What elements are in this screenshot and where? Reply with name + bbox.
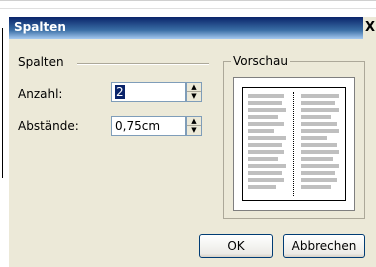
preview-text-line	[248, 157, 278, 161]
columns-dialog: Spalten X Spalten Anzahl: 2 ▲ ▼ Abstände…	[8, 16, 376, 267]
spin-up-icon[interactable]: ▲	[187, 117, 201, 126]
preview-label: Vorschau	[231, 54, 290, 68]
preview-text-line	[248, 101, 282, 105]
background-line	[2, 28, 3, 178]
preview-text-line	[301, 101, 335, 105]
preview-text-line	[301, 164, 339, 168]
preview-text-line	[301, 143, 337, 147]
title-bar[interactable]: Spalten X	[9, 17, 376, 39]
column-divider	[293, 92, 294, 196]
preview-page	[242, 87, 346, 201]
preview-text-line	[248, 164, 286, 168]
columns-group-label: Spalten	[18, 55, 64, 69]
spin-down-icon[interactable]: ▼	[187, 92, 201, 101]
preview-text-line	[248, 115, 278, 119]
preview-text-line	[248, 94, 284, 98]
ok-button[interactable]: OK	[199, 234, 273, 258]
close-button[interactable]: X	[363, 17, 376, 39]
preview-text-line	[301, 171, 335, 175]
cancel-button[interactable]: Abbrechen	[283, 234, 365, 258]
preview-text-line	[301, 150, 339, 154]
preview-text-line	[248, 129, 274, 133]
preview-text-line	[301, 178, 337, 182]
preview-text-line	[301, 122, 337, 126]
close-icon: X	[364, 20, 376, 35]
spacing-input[interactable]: 0,75cm	[111, 116, 186, 136]
preview-text-line	[301, 136, 327, 140]
preview-text-line	[301, 108, 339, 112]
spin-down-icon[interactable]: ▼	[187, 126, 201, 135]
preview-text-line	[248, 185, 276, 189]
preview-text-line	[248, 150, 284, 154]
spacing-label: Abstände:	[18, 119, 79, 133]
count-value: 2	[115, 85, 125, 99]
preview-text-line	[301, 115, 331, 119]
columns-group-divider	[77, 63, 209, 65]
preview-area	[233, 77, 355, 211]
spacing-spinner[interactable]: ▲ ▼	[186, 116, 202, 136]
background-line	[0, 0, 376, 1]
preview-text-line	[248, 136, 286, 140]
spacing-value: 0,75cm	[115, 119, 161, 133]
count-label: Anzahl:	[18, 87, 63, 101]
preview-text-line	[248, 178, 284, 182]
preview-text-line	[301, 157, 333, 161]
preview-text-line	[248, 143, 282, 147]
spin-up-icon[interactable]: ▲	[187, 83, 201, 92]
preview-text-line	[248, 171, 282, 175]
preview-text-line	[301, 129, 339, 133]
preview-text-line	[248, 122, 284, 126]
dialog-title: Spalten	[14, 20, 66, 34]
preview-text-line	[301, 185, 331, 189]
count-input[interactable]: 2	[111, 82, 186, 102]
preview-text-line	[301, 94, 339, 98]
background-line	[0, 8, 376, 9]
preview-text-line	[248, 108, 286, 112]
count-spinner[interactable]: ▲ ▼	[186, 82, 202, 102]
